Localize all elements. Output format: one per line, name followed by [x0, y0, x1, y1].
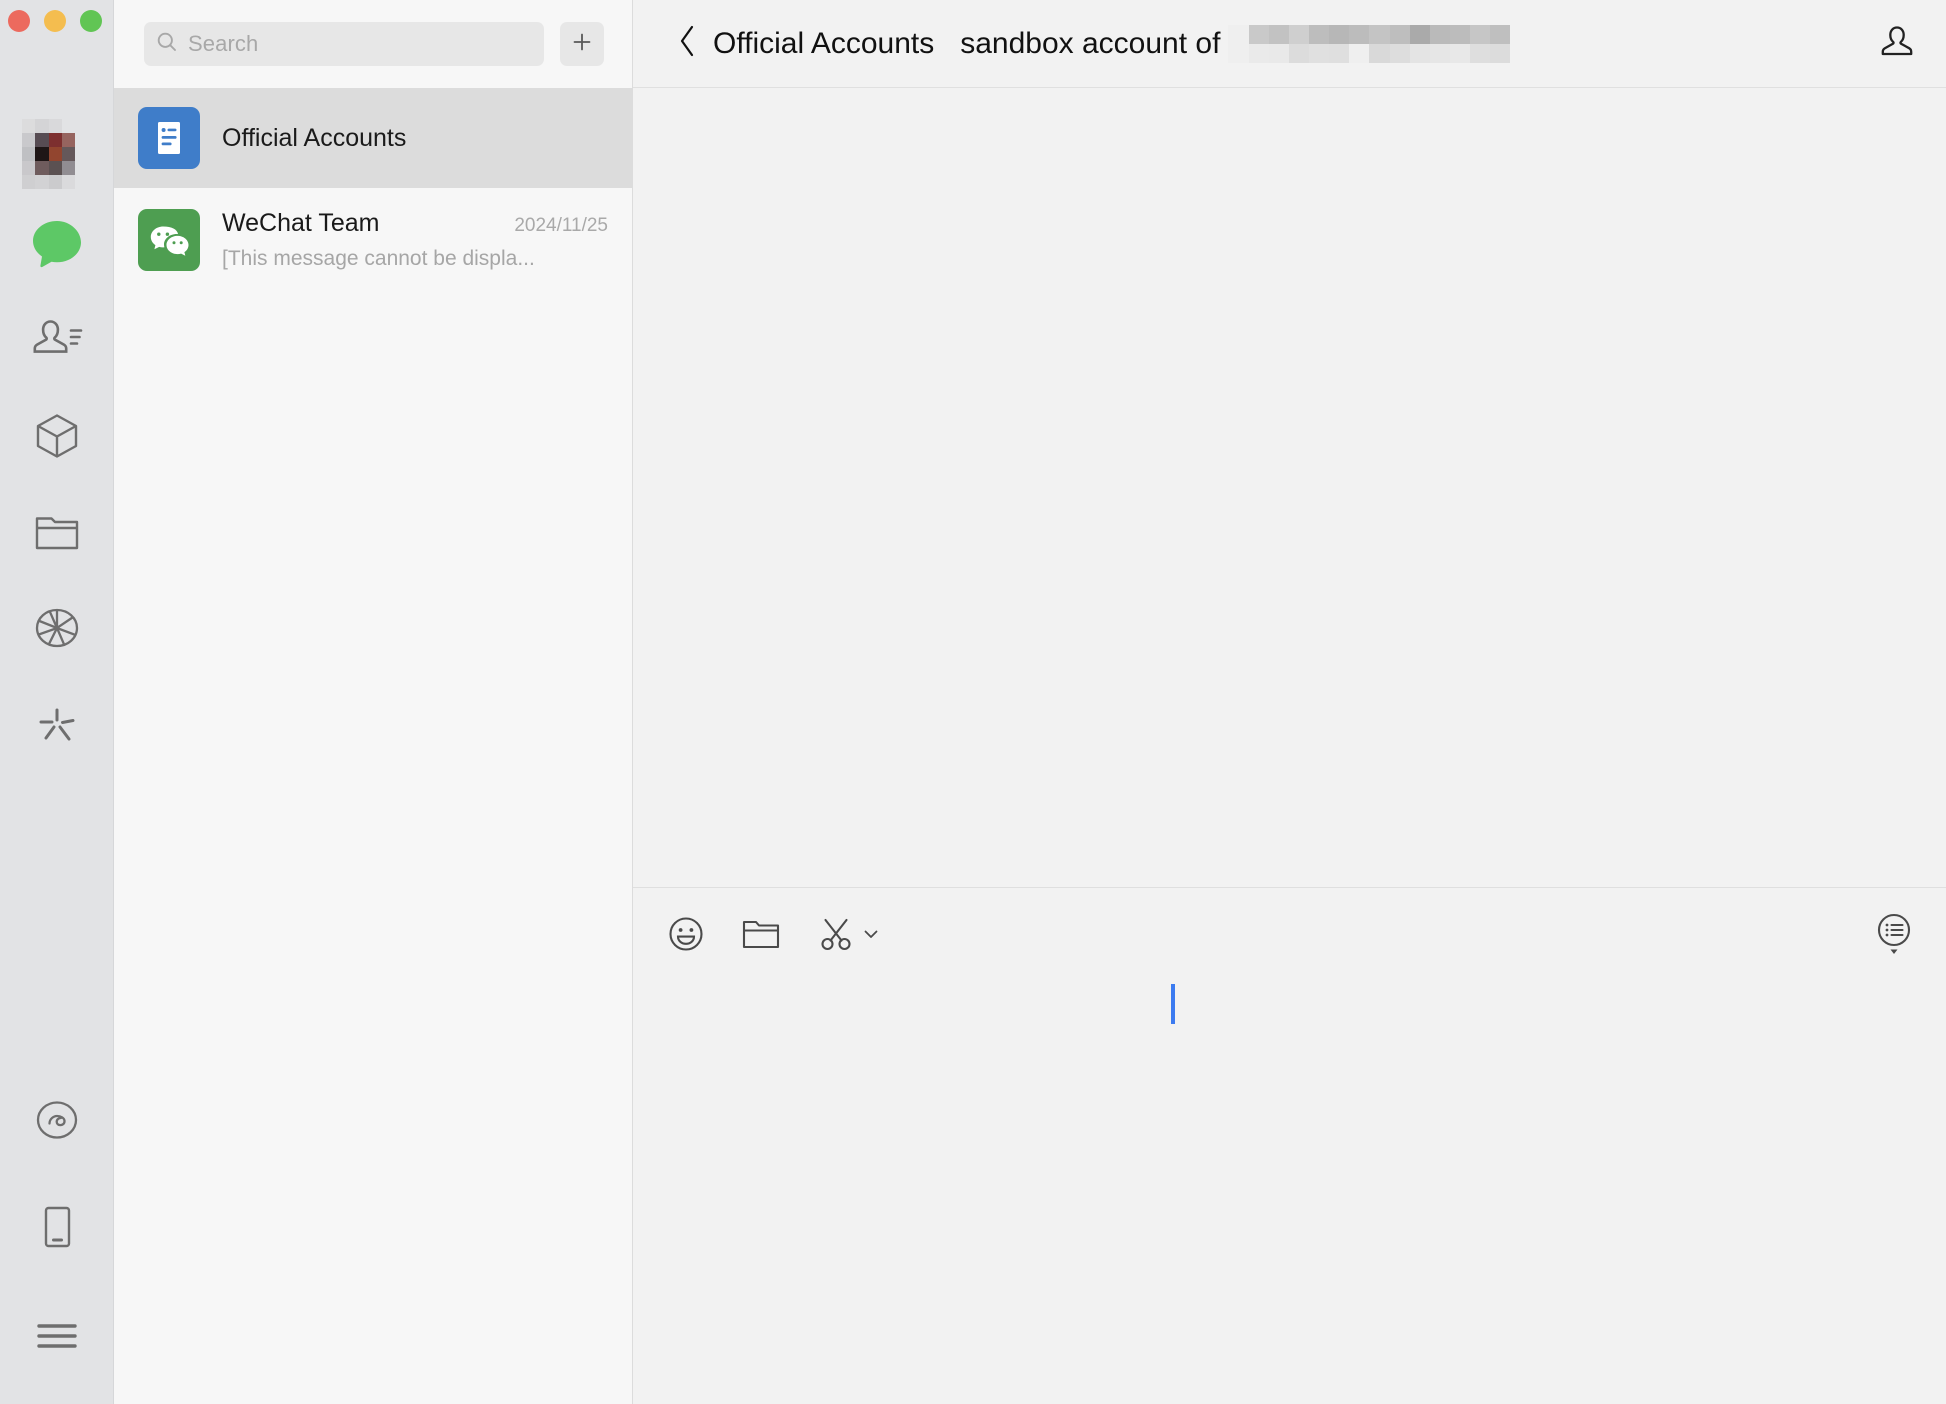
- sidebar-item-top-stories[interactable]: [0, 676, 114, 772]
- mini-program-icon: [31, 1096, 83, 1144]
- person-icon: [1876, 21, 1918, 66]
- cube-icon: [31, 410, 83, 462]
- chat-title: sandbox account of: [960, 26, 1221, 60]
- sidebar-item-mini-programs[interactable]: [0, 1066, 114, 1174]
- new-chat-button[interactable]: [560, 22, 604, 66]
- list-item[interactable]: Official Accounts: [114, 88, 632, 188]
- chat-header: Official Accounts sandbox account of: [633, 0, 1946, 88]
- aperture-icon: [31, 604, 83, 652]
- sticker-button[interactable]: [665, 913, 707, 960]
- rail-bottom-nav: [0, 1066, 114, 1404]
- list-item-body: Official Accounts: [222, 124, 608, 153]
- sidebar-item-files[interactable]: [0, 484, 114, 580]
- avatar[interactable]: [9, 119, 75, 189]
- main-pane: Official Accounts sandbox account of: [633, 0, 1946, 1404]
- list-item[interactable]: WeChat Team 2024/11/25 [This message can…: [114, 188, 632, 292]
- plus-icon: [570, 30, 594, 59]
- screenshot-button[interactable]: [815, 913, 881, 960]
- folder-icon: [739, 914, 783, 959]
- message-input[interactable]: [633, 984, 1946, 1404]
- chevron-left-icon: [677, 24, 697, 63]
- contacts-icon: [30, 315, 84, 365]
- emoji-icon: [665, 913, 707, 960]
- search-bar: Search: [114, 0, 632, 88]
- window-controls: [8, 10, 102, 32]
- list-item-body: WeChat Team 2024/11/25 [This message can…: [222, 209, 608, 271]
- sidebar-item-more[interactable]: [0, 1282, 114, 1390]
- chevron-down-icon[interactable]: [861, 924, 881, 949]
- send-file-button[interactable]: [739, 914, 783, 959]
- close-button[interactable]: [8, 10, 30, 32]
- sidebar-item-phone[interactable]: [0, 1174, 114, 1282]
- official-accounts-icon: [138, 107, 200, 169]
- text-caret: [1171, 984, 1175, 1024]
- search-placeholder: Search: [188, 31, 259, 56]
- back-label: Official Accounts: [713, 26, 935, 60]
- hamburger-menu-icon: [32, 1316, 82, 1356]
- header-actions: [1876, 21, 1918, 66]
- chat-bubble-icon: [30, 219, 84, 269]
- page-title: sandbox account of: [960, 24, 1876, 63]
- history-list-icon: [1872, 910, 1916, 963]
- list-item-time: 2024/11/25: [514, 215, 608, 236]
- contact-info-button[interactable]: [1876, 21, 1918, 66]
- redacted-account-name: [1228, 24, 1511, 63]
- list-item-name: WeChat Team: [222, 209, 380, 237]
- list-item-name: Official Accounts: [222, 123, 407, 152]
- left-rail: [0, 0, 114, 1404]
- sidebar-item-contacts[interactable]: [0, 292, 114, 388]
- scissors-icon: [815, 913, 857, 960]
- chat-list-column: Search Official Accounts WeChat Team 202…: [114, 0, 633, 1404]
- folder-icon: [31, 509, 83, 555]
- back-button[interactable]: Official Accounts: [677, 24, 934, 63]
- composer-toolbar: [633, 888, 1946, 984]
- maximize-button[interactable]: [80, 10, 102, 32]
- sparkle-icon: [31, 698, 83, 750]
- chat-history-button[interactable]: [1872, 910, 1916, 963]
- rail-nav: [0, 196, 114, 772]
- phone-icon: [34, 1202, 80, 1254]
- message-area: [633, 88, 1946, 887]
- sidebar-item-mini-programs-panel[interactable]: [0, 388, 114, 484]
- composer: [633, 887, 1946, 1404]
- wechat-window: Search Official Accounts WeChat Team 202…: [0, 0, 1946, 1404]
- wechat-logo-icon: [138, 209, 200, 271]
- sidebar-item-chats[interactable]: [0, 196, 114, 292]
- search-icon: [156, 31, 178, 58]
- list-item-preview: [This message cannot be displa...: [222, 247, 535, 270]
- sidebar-item-moments[interactable]: [0, 580, 114, 676]
- search-input[interactable]: Search: [144, 22, 544, 66]
- minimize-button[interactable]: [44, 10, 66, 32]
